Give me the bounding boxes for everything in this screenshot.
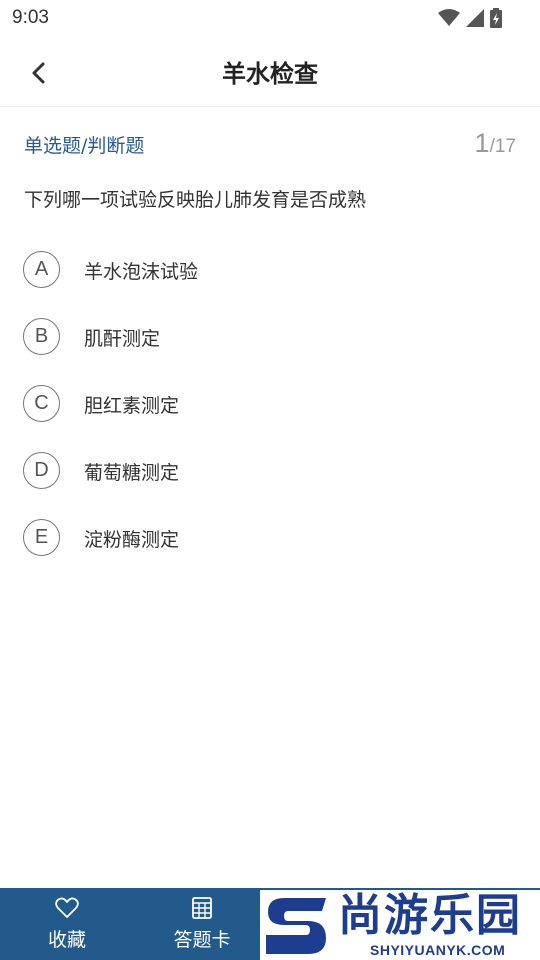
signal-icon: [466, 9, 484, 31]
answer-card-button[interactable]: 答题卡: [142, 888, 262, 960]
option-letter-circle: C: [23, 385, 60, 422]
option-b[interactable]: B 肌酐测定: [0, 316, 540, 383]
question-total: 17: [494, 136, 516, 157]
answer-card-label: 答题卡: [173, 929, 231, 951]
status-time: 9:03: [12, 7, 49, 28]
option-text: 胆红素测定: [84, 395, 180, 417]
option-letter-circle: A: [23, 251, 60, 288]
status-icons: [438, 8, 502, 32]
wifi-icon: [438, 9, 460, 31]
watermark-title: 尚游乐园: [338, 890, 522, 941]
option-a[interactable]: A 羊水泡沫试验: [0, 249, 540, 316]
heart-icon: [55, 897, 79, 923]
page-title: 羊水检查: [222, 60, 318, 88]
option-text: 肌酐测定: [84, 328, 161, 350]
watermark-subtitle: SHYIYUANYK.COM: [370, 942, 506, 958]
app-bar: 羊水检查: [0, 36, 540, 107]
option-letter-circle: D: [23, 452, 60, 489]
battery-icon: [490, 8, 502, 32]
option-letter-circle: B: [23, 318, 60, 355]
logo-s-icon: [264, 892, 328, 958]
option-d[interactable]: D 葡萄糖测定: [0, 450, 540, 517]
option-e[interactable]: E 淀粉酶测定: [0, 517, 540, 584]
option-text: 羊水泡沫试验: [84, 261, 199, 283]
watermark-logo: 尚游乐园 SHYIYUANYK.COM: [260, 890, 540, 960]
question-counter: 1/17: [475, 128, 516, 159]
question-current: 1: [474, 128, 490, 158]
option-list: A 羊水泡沫试验 B 肌酐测定 C 胆红素测定 D 葡萄糖测定 E 淀粉酶测定: [0, 249, 540, 584]
question-text: 下列哪一项试验反映胎儿肺发育是否成熟: [24, 189, 367, 211]
status-bar: 9:03: [0, 0, 540, 36]
option-c[interactable]: C 胆红素测定: [0, 383, 540, 450]
grid-icon: [192, 897, 212, 923]
option-letter-circle: E: [23, 519, 60, 556]
favorite-label: 收藏: [47, 929, 86, 951]
option-text: 淀粉酶测定: [84, 529, 180, 551]
question-type: 单选题/判断题: [24, 135, 145, 157]
favorite-button[interactable]: 收藏: [7, 888, 127, 960]
option-text: 葡萄糖测定: [84, 462, 180, 484]
